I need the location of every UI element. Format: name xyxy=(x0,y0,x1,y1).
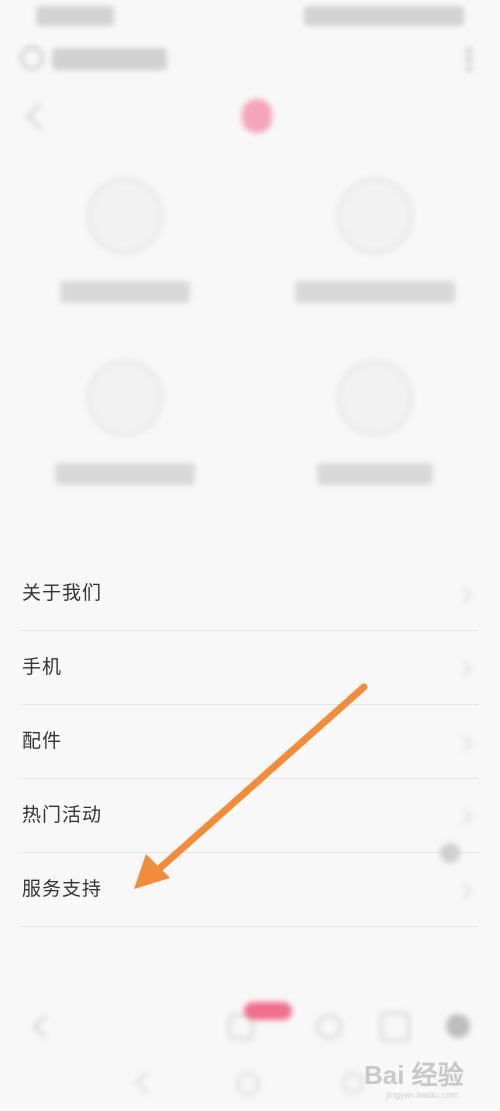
menu-item-label: 服务支持 xyxy=(22,878,103,900)
watermark-text: Bai 经验 xyxy=(364,1060,464,1090)
menu-item-phones[interactable]: 手机 xyxy=(22,631,478,705)
menu-item-label: 手机 xyxy=(22,656,63,678)
service-grid xyxy=(0,178,500,498)
chevron-right-icon xyxy=(455,660,473,678)
grid-item[interactable] xyxy=(250,178,500,338)
grid-item-label xyxy=(60,281,190,303)
service-icon xyxy=(337,360,413,436)
watermark-sub: jingyan.baidu.com xyxy=(385,1090,459,1100)
more-vertical-icon[interactable] xyxy=(466,46,472,72)
top-title-placeholder xyxy=(52,48,167,70)
chevron-right-icon xyxy=(455,882,473,900)
bottom-toolbar xyxy=(0,998,500,1058)
grid-item-label xyxy=(317,463,433,485)
status-left-info xyxy=(36,6,114,26)
menu-item-accessories[interactable]: 配件 xyxy=(22,705,478,779)
status-right-info xyxy=(304,6,464,26)
menu-item-label: 配件 xyxy=(22,730,63,752)
grid-item[interactable] xyxy=(0,178,250,338)
menu-item-label: 热门活动 xyxy=(22,804,103,826)
baidu-jingyan-watermark: Bai 经验 jingyan.baidu.com xyxy=(364,1060,464,1100)
grid-item[interactable] xyxy=(0,360,250,520)
service-icon xyxy=(87,360,163,436)
back-arrow-icon[interactable] xyxy=(26,103,53,130)
floating-button[interactable] xyxy=(440,843,460,863)
back-icon[interactable] xyxy=(32,1014,57,1039)
cart-badge xyxy=(244,1002,292,1020)
menu-item-about-us[interactable]: 关于我们 xyxy=(22,557,478,631)
brand-logo xyxy=(242,99,272,133)
menu-item-hot-events[interactable]: 热门活动 xyxy=(22,779,478,853)
status-bar xyxy=(0,0,500,36)
home-icon[interactable] xyxy=(316,1014,342,1040)
system-back-icon[interactable] xyxy=(134,1070,159,1095)
menu-item-service-support[interactable]: 服务支持 xyxy=(22,853,478,927)
system-home-icon[interactable] xyxy=(236,1072,260,1096)
chevron-right-icon xyxy=(455,808,473,826)
user-icon[interactable] xyxy=(446,1014,470,1038)
grid-item-label xyxy=(295,281,455,303)
grid-item[interactable] xyxy=(250,360,500,520)
annotation-arrow xyxy=(134,683,368,889)
menu-list: 关于我们 手机 配件 热门活动 服务支持 xyxy=(22,557,478,927)
tabs-icon[interactable] xyxy=(380,1012,410,1042)
service-icon xyxy=(87,178,163,254)
service-icon xyxy=(337,178,413,254)
search-icon[interactable] xyxy=(20,46,44,70)
top-bar xyxy=(0,40,500,80)
chevron-right-icon xyxy=(455,586,473,604)
grid-item-label xyxy=(55,463,195,485)
menu-item-label: 关于我们 xyxy=(22,582,103,604)
chevron-right-icon xyxy=(455,734,473,752)
nav-bar xyxy=(0,95,500,143)
